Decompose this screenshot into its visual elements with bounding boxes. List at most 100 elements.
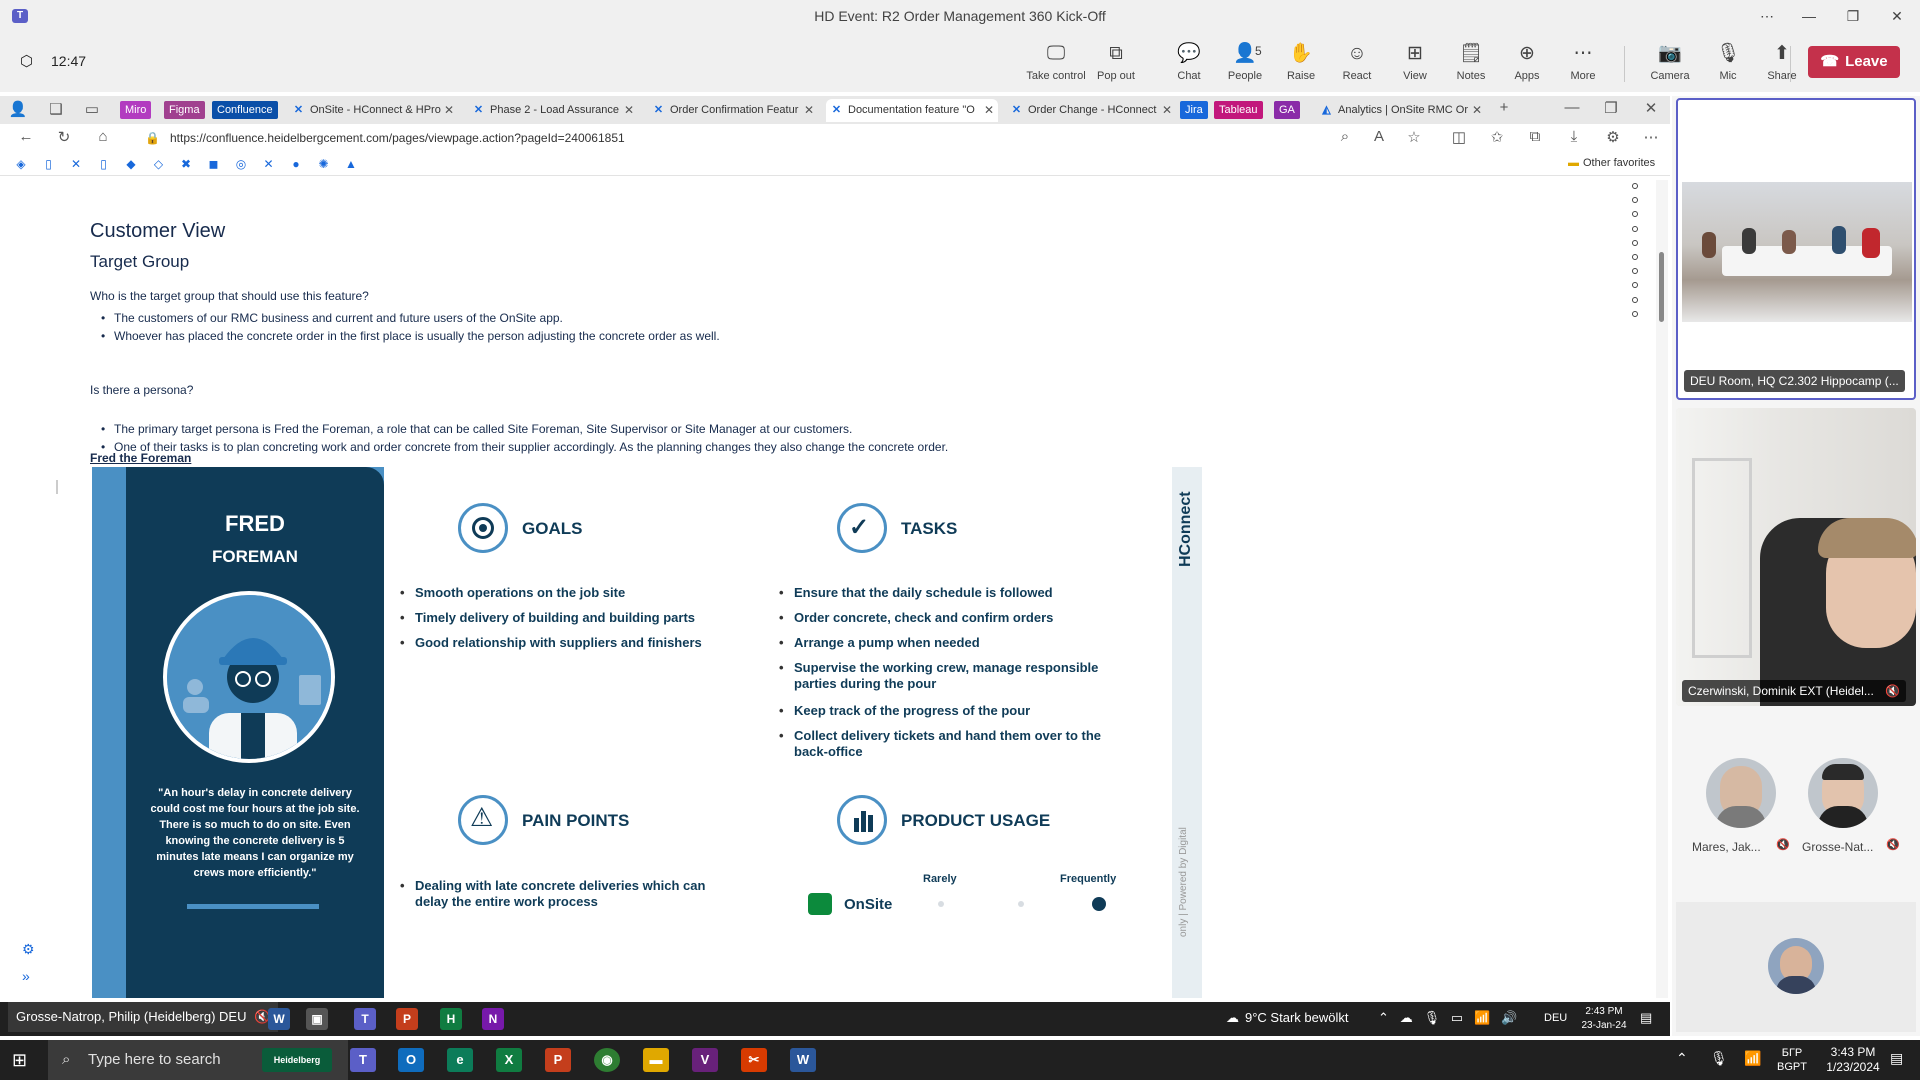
snipping-tool-taskbar-icon[interactable]: ✂ <box>741 1048 767 1072</box>
powerpoint-taskbar-icon[interactable]: P <box>545 1048 571 1072</box>
url-input[interactable]: 🔒 https://confluence.heidelbergcement.co… <box>135 127 1335 149</box>
workspaces-icon[interactable]: ❑ <box>46 100 66 118</box>
favorite-page-icon[interactable]: ▯ <box>96 156 112 172</box>
favorite-confluence-2-icon[interactable]: ✕ <box>261 156 277 172</box>
toc-entry-dot[interactable] <box>1632 310 1638 317</box>
browser-close-icon[interactable]: ✕ <box>1641 99 1661 117</box>
remote-notification-icon[interactable]: ▤ <box>1640 1010 1652 1026</box>
browser-restore-icon[interactable]: ❐ <box>1601 99 1621 117</box>
toc-entry-dot[interactable] <box>1632 239 1638 246</box>
raise-button[interactable]: ✋ Raise <box>1271 42 1331 82</box>
remote-app-icon[interactable]: W <box>268 1008 290 1030</box>
share-button[interactable]: ⬆ Share <box>1752 42 1812 82</box>
close-tab-icon[interactable]: ✕ <box>624 99 634 122</box>
browser-tab[interactable]: ✕ Order Confirmation Featur ✕ <box>648 99 818 122</box>
home-icon[interactable]: ⌂ <box>93 128 113 145</box>
favorite-confluence-icon[interactable]: ✕ <box>68 156 84 172</box>
split-screen-icon[interactable]: ◫ <box>1449 128 1469 146</box>
browser-menu-icon[interactable]: ⋯ <box>1641 128 1661 146</box>
page-scrollbar[interactable] <box>1656 180 1668 998</box>
read-aloud-icon[interactable]: A <box>1369 128 1389 145</box>
room-video-tile[interactable]: DEU Room, HQ C2.302 Hippocamp (... <box>1676 98 1916 400</box>
favorite-jira-diamond-icon[interactable]: ◆ <box>123 156 139 172</box>
restore-button[interactable]: ❐ <box>1838 6 1868 26</box>
taskbar-clock[interactable]: 3:43 PM 1/23/2024 <box>1818 1045 1888 1075</box>
browser-tab[interactable]: ✕ Order Change - HConnect ✕ <box>1006 99 1176 122</box>
new-tab-icon[interactable]: + <box>1494 99 1514 116</box>
notes-button[interactable]: 🗒 Notes <box>1441 42 1501 82</box>
pinned-tab-tableau[interactable]: Tableau <box>1214 101 1263 119</box>
remote-teams-icon[interactable]: T <box>354 1008 376 1030</box>
close-button[interactable]: ✕ <box>1882 6 1912 26</box>
people-button[interactable]: 👤 5 People <box>1215 42 1275 82</box>
chat-button[interactable]: 💬 Chat <box>1159 42 1219 82</box>
notification-center-icon[interactable]: ▤ <box>1890 1050 1903 1067</box>
toc-entry-dot[interactable] <box>1632 211 1638 218</box>
browser-minimize-icon[interactable]: — <box>1562 99 1582 116</box>
favorite-hconnect-icon[interactable]: ◈ <box>13 156 29 172</box>
favorite-chat-icon[interactable]: ● <box>288 156 304 172</box>
minimize-button[interactable]: — <box>1794 6 1824 26</box>
tray-mic-icon[interactable]: 🎙 <box>1710 1050 1728 1067</box>
edge-taskbar-icon[interactable]: e <box>447 1048 473 1072</box>
tray-network-icon[interactable]: 📶 <box>1744 1050 1761 1067</box>
more-button[interactable]: ⋯ More <box>1553 42 1613 82</box>
scrollbar-thumb[interactable] <box>1659 252 1664 322</box>
toc-entry-dot[interactable] <box>1632 197 1638 204</box>
windows-start-icon[interactable]: ⊞ <box>12 1050 27 1071</box>
downloads-icon[interactable]: ⤓ <box>1564 128 1584 145</box>
remote-powerpoint-icon[interactable]: P <box>396 1008 418 1030</box>
back-icon[interactable]: ← <box>16 128 36 145</box>
avatar[interactable] <box>1706 758 1776 828</box>
keyboard-language[interactable]: БГР BGPT <box>1772 1046 1812 1074</box>
favorite-chrome-icon[interactable]: ◎ <box>233 156 249 172</box>
favorite-star-icon[interactable]: ☆ <box>1404 128 1424 146</box>
favorite-app-icon[interactable]: ◇ <box>151 156 167 172</box>
favorite-document-icon[interactable]: ▯ <box>41 156 57 172</box>
tab-actions-icon[interactable]: ▭ <box>82 100 102 118</box>
heidelberg-app-icon[interactable]: Heidelberg <box>262 1048 332 1072</box>
close-tab-icon[interactable]: ✕ <box>1472 99 1482 122</box>
word-taskbar-icon[interactable]: W <box>790 1048 816 1072</box>
file-explorer-taskbar-icon[interactable]: ▬ <box>643 1048 669 1072</box>
mic-button[interactable]: 🎙 Mic <box>1698 42 1758 82</box>
zoom-icon[interactable]: ⌕ <box>1335 128 1355 145</box>
extensions-icon[interactable]: ⚙ <box>1603 128 1623 146</box>
more-options-icon[interactable]: ⋯ <box>1752 6 1782 26</box>
favorite-settings-icon[interactable]: ✺ <box>316 156 332 172</box>
toc-entry-dot[interactable] <box>1632 268 1638 275</box>
toc-entry-dot[interactable] <box>1632 296 1638 303</box>
profile-icon[interactable]: 👤 <box>8 100 28 118</box>
expand-sidebar-icon[interactable]: » <box>22 968 30 984</box>
remote-app-icon[interactable]: ▣ <box>306 1008 328 1030</box>
pinned-tab-figma[interactable]: Figma <box>164 101 205 119</box>
visual-studio-taskbar-icon[interactable]: V <box>692 1048 718 1072</box>
camera-button[interactable]: 📷 Camera <box>1640 42 1700 82</box>
favorite-x-app-icon[interactable]: ✖ <box>178 156 194 172</box>
tray-chevron-icon[interactable]: ⌃ <box>1676 1050 1688 1067</box>
remote-app-icon[interactable]: H <box>440 1008 462 1030</box>
favorites-icon[interactable]: ✩ <box>1487 128 1507 146</box>
close-tab-icon[interactable]: ✕ <box>444 99 454 122</box>
excel-taskbar-icon[interactable]: X <box>496 1048 522 1072</box>
toc-entry-dot[interactable] <box>1632 282 1638 289</box>
close-tab-icon[interactable]: ✕ <box>984 99 994 122</box>
browser-tab[interactable]: ◭ Analytics | OnSite RMC Or ✕ <box>1316 99 1486 122</box>
fred-the-foreman-link[interactable]: Fred the Foreman <box>90 451 191 465</box>
pinned-tab-miro[interactable]: Miro <box>120 101 152 119</box>
chrome-taskbar-icon[interactable]: ◉ <box>594 1048 620 1072</box>
weather-widget[interactable]: ☁ 9°C Stark bewölkt <box>1226 1010 1348 1026</box>
browser-tab[interactable]: ✕ Documentation feature "O ✕ <box>826 99 998 122</box>
collections-icon[interactable]: ⧉ <box>1525 128 1545 145</box>
outlook-taskbar-icon[interactable]: O <box>398 1048 424 1072</box>
view-button[interactable]: ⊞ View <box>1385 42 1445 82</box>
self-view-tile[interactable] <box>1676 902 1916 1032</box>
react-button[interactable]: ☺ React <box>1327 42 1387 82</box>
teams-taskbar-icon[interactable]: T <box>350 1048 376 1072</box>
apps-button[interactable]: ⊕ Apps <box>1497 42 1557 82</box>
refresh-icon[interactable]: ↻ <box>54 128 74 146</box>
pinned-tab-ga[interactable]: GA <box>1274 101 1300 119</box>
favorite-sketch-icon[interactable]: ◼ <box>206 156 222 172</box>
pinned-tab-confluence[interactable]: Confluence <box>212 101 278 119</box>
other-favorites[interactable]: ▬ Other favorites <box>1568 157 1655 169</box>
